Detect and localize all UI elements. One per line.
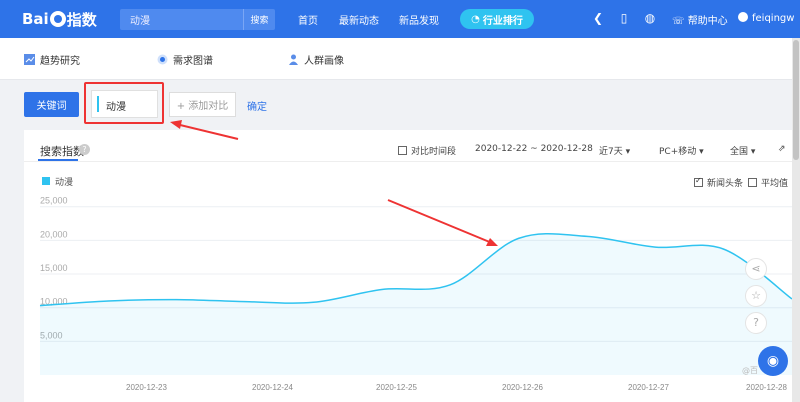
analysis-tabs: 趋势研究 需求图谱 人群画像	[0, 38, 792, 80]
data-point[interactable]	[312, 301, 314, 303]
tab-demand-graph[interactable]: 需求图谱	[157, 52, 213, 67]
scrollbar-thumb[interactable]	[793, 40, 799, 160]
nav-home[interactable]: 首页	[298, 12, 318, 27]
device-label: PC+移动	[659, 147, 697, 157]
period-selector[interactable]: 近7天 ▾	[599, 144, 630, 157]
help-question-icon[interactable]: ?	[79, 144, 90, 155]
tab-trend-research[interactable]: 趋势研究	[24, 52, 80, 67]
region-label: 全国	[730, 147, 749, 157]
checkbox-icon	[398, 146, 407, 155]
help-icon: ☏	[672, 16, 688, 27]
phone-icon[interactable]: ▯	[617, 11, 631, 25]
search-button[interactable]: 搜索	[243, 9, 275, 30]
region-selector[interactable]: 全国 ▾	[730, 144, 755, 157]
logo-text: Bai	[22, 10, 49, 28]
data-point[interactable]	[39, 304, 41, 306]
help-label: 帮助中心	[687, 16, 728, 27]
help-center-link[interactable]: ☏ 帮助中心	[672, 12, 728, 27]
checkbox-icon	[748, 178, 757, 187]
top-navigation-bar: Bai 指数 动漫 搜索 首页 最新动态 新品发现 ◔ 行业排行 ❮ ▯ ◍ ☏…	[0, 0, 800, 38]
average-label: 平均值	[761, 179, 789, 189]
news-headline-label: 新闻头条	[707, 179, 744, 189]
nav-new-products[interactable]: 新品发现	[399, 12, 439, 27]
paw-icon	[49, 11, 66, 27]
card-title[interactable]: 搜索指数	[40, 143, 84, 159]
compare-period-checkbox[interactable]: 对比时间段	[398, 144, 456, 157]
x-tick-label: 2020-12-26	[502, 383, 543, 392]
data-point[interactable]	[107, 300, 109, 302]
person-icon	[289, 54, 298, 65]
tab-label: 人群画像	[304, 56, 344, 67]
industry-rank-button[interactable]: ◔ 行业排行	[460, 9, 534, 29]
data-point[interactable]	[586, 235, 588, 237]
rank-icon: ◔	[471, 13, 480, 25]
target-icon	[157, 54, 168, 65]
data-point[interactable]	[517, 237, 519, 239]
data-point[interactable]	[381, 288, 383, 290]
tab-label: 需求图谱	[173, 56, 213, 67]
search-index-card: 搜索指数 ? 对比时间段 2020-12-22 ~ 2020-12-28 近7天…	[24, 130, 792, 402]
chart-icon	[24, 54, 35, 65]
average-checkbox[interactable]: 平均值	[748, 176, 788, 189]
tab-crowd-portrait[interactable]: 人群画像	[288, 52, 344, 67]
search-box[interactable]: 动漫 搜索	[120, 9, 275, 30]
user-menu[interactable]: feiqingw	[738, 12, 794, 24]
arrowhead	[170, 120, 182, 129]
confirm-button[interactable]: 确定	[247, 98, 267, 113]
device-selector[interactable]: PC+移动 ▾	[659, 144, 704, 157]
y-tick-label: 15,000	[40, 263, 68, 273]
chevron-down-icon: ▾	[750, 147, 756, 157]
chevron-down-icon: ▾	[625, 147, 631, 157]
rank-button-label: 行业排行	[482, 15, 523, 27]
wechat-icon[interactable]: ◍	[643, 11, 657, 25]
news-headline-checkbox[interactable]: 新闻头条	[694, 176, 743, 189]
question-icon[interactable]: ?	[745, 312, 767, 334]
data-point[interactable]	[654, 246, 656, 248]
x-tick-label: 2020-12-25	[376, 383, 417, 392]
chevron-down-icon: ▾	[699, 147, 704, 157]
chat-support-icon[interactable]: ◉	[758, 346, 788, 376]
export-icon[interactable]: ⇗	[778, 144, 786, 154]
series-area	[40, 233, 792, 375]
baidu-index-logo[interactable]: Bai 指数	[22, 8, 97, 30]
date-range-selector[interactable]: 2020-12-22 ~ 2020-12-28	[475, 144, 593, 154]
tab-label: 趋势研究	[40, 56, 80, 67]
compare-period-label: 对比时间段	[411, 147, 457, 157]
keyword-button[interactable]: 关键词	[24, 92, 79, 117]
keyword-highlight-box	[84, 82, 164, 124]
search-index-chart[interactable]: 5,00010,00015,00020,00025,0002020-12-23 2…	[24, 190, 792, 402]
period-label: 近7天	[599, 147, 623, 157]
checkbox-checked-icon	[694, 176, 703, 187]
data-point[interactable]	[244, 300, 246, 302]
legend-swatch	[42, 177, 50, 185]
data-point[interactable]	[176, 298, 178, 300]
y-tick-label: 20,000	[40, 229, 68, 239]
logo-text-index: 指数	[66, 10, 97, 29]
add-compare-button[interactable]: + 添加对比	[169, 92, 236, 117]
x-tick-label: 2020-12-27	[628, 383, 669, 392]
star-icon[interactable]: ☆	[745, 285, 767, 307]
x-tick-label: 2020-12-24	[252, 383, 293, 392]
download-icon[interactable]: ❮	[591, 11, 605, 25]
x-tick-label: 2020-12-23	[126, 383, 167, 392]
share-icon[interactable]: ⋖	[745, 258, 767, 280]
data-point[interactable]	[722, 248, 724, 250]
nav-latest-news[interactable]: 最新动态	[339, 12, 379, 27]
card-divider	[24, 161, 792, 162]
legend-label[interactable]: 动漫	[55, 175, 73, 188]
y-tick-label: 25,000	[40, 196, 68, 206]
watermark: @百	[742, 366, 758, 375]
search-input[interactable]: 动漫	[130, 12, 150, 27]
x-tick-label: 2020-12-28	[746, 383, 787, 392]
data-point[interactable]	[449, 284, 451, 286]
